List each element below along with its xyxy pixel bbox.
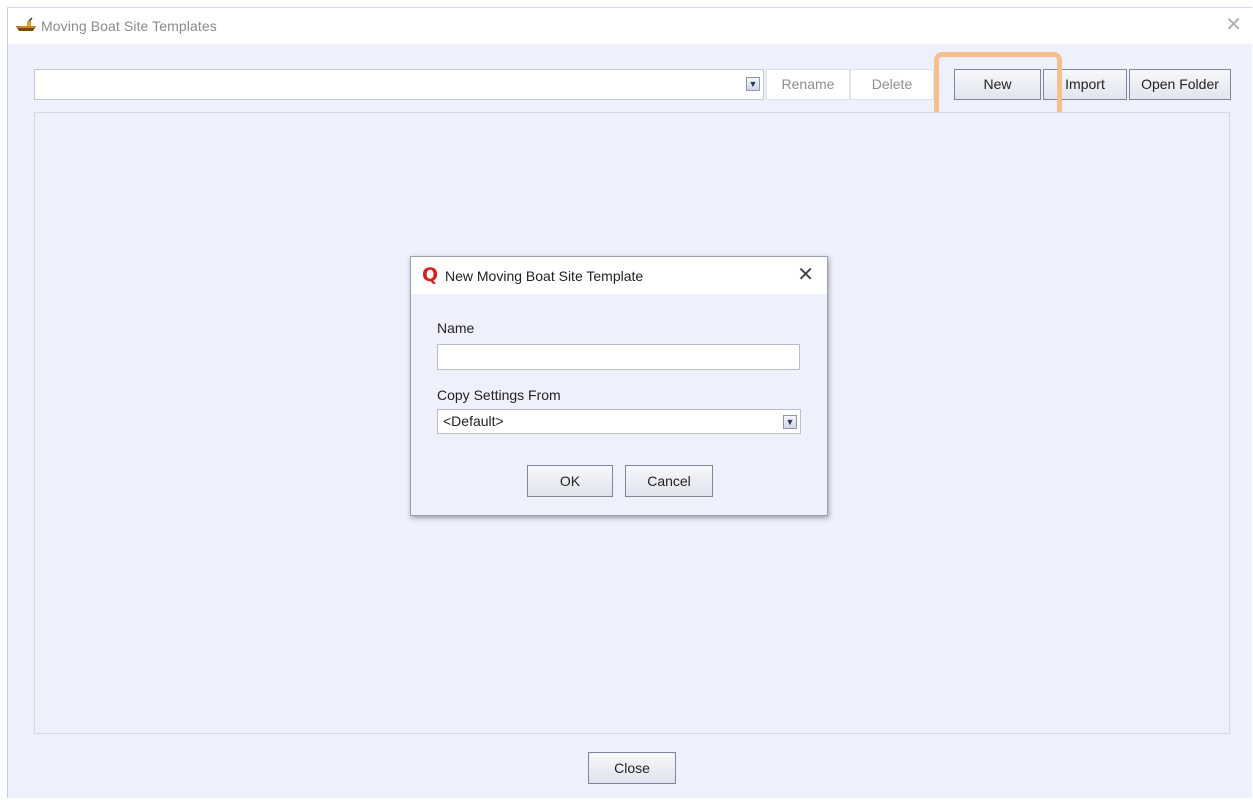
new-button[interactable]: New	[954, 69, 1041, 100]
rename-button[interactable]: Rename	[766, 69, 850, 100]
copy-settings-label: Copy Settings From	[437, 387, 561, 403]
name-input[interactable]	[437, 344, 800, 370]
title-bar: Moving Boat Site Templates ✕	[8, 8, 1252, 44]
copy-settings-select[interactable]: <Default> ▼	[437, 409, 801, 434]
window-title: Moving Boat Site Templates	[41, 18, 217, 34]
ok-button[interactable]: OK	[527, 465, 613, 497]
boat-icon	[16, 17, 36, 31]
import-button[interactable]: Import	[1043, 69, 1127, 100]
chevron-down-icon[interactable]: ▼	[783, 415, 797, 429]
dialog-title: New Moving Boat Site Template	[445, 268, 644, 284]
dialog-close-icon[interactable]: ✕	[797, 264, 814, 284]
window-close-icon[interactable]: ✕	[1225, 14, 1242, 34]
close-button[interactable]: Close	[588, 752, 676, 784]
dialog-title-bar: Q New Moving Boat Site Template ✕	[411, 257, 827, 294]
chevron-down-icon[interactable]: ▼	[746, 77, 760, 91]
q-logo-icon: Q	[422, 264, 439, 286]
cancel-button[interactable]: Cancel	[625, 465, 713, 497]
copy-settings-value: <Default>	[443, 413, 504, 429]
new-template-dialog: Q New Moving Boat Site Template ✕ Name C…	[410, 256, 828, 516]
template-select[interactable]: ▼	[34, 69, 764, 100]
open-folder-button[interactable]: Open Folder	[1129, 69, 1231, 100]
delete-button[interactable]: Delete	[850, 69, 934, 100]
name-label: Name	[437, 320, 475, 336]
